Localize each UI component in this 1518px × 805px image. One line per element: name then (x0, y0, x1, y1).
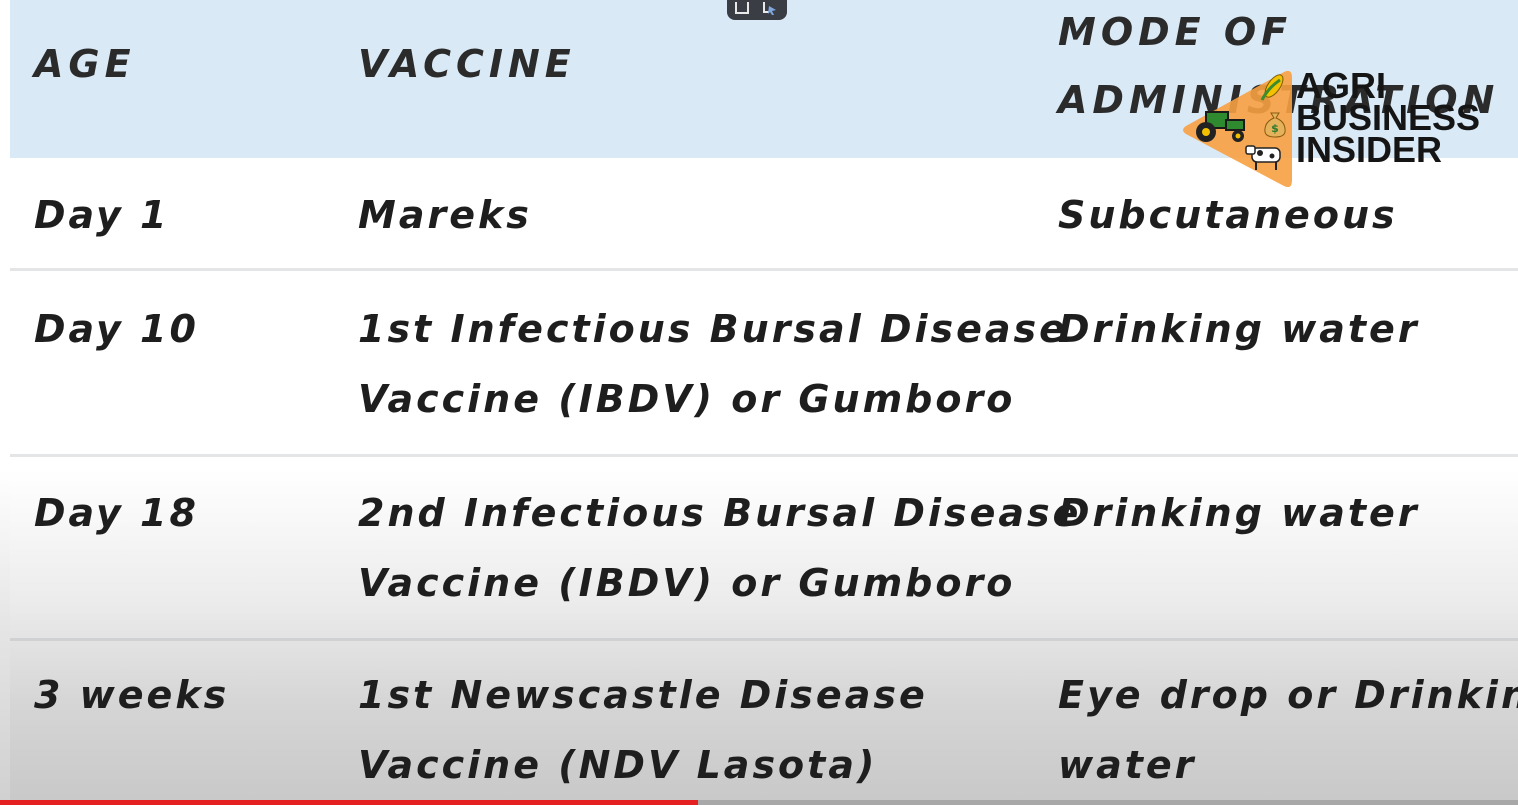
cell-vaccine-line2: Vaccine (IBDV) or Gumboro (358, 561, 1016, 605)
header-mode-line1: MODE OF (1058, 10, 1293, 54)
logo-line3: INSIDER (1296, 129, 1443, 170)
cell-vaccine-line1: 1st Infectious Bursal Disease (358, 307, 1068, 351)
cell-mode-line1: Drinking water (1058, 307, 1420, 351)
tractor-icon (1196, 111, 1245, 142)
player-top-controls (727, 0, 787, 20)
row-divider (10, 268, 1518, 271)
row-divider (10, 454, 1518, 457)
money-bag-icon: $ (1264, 112, 1286, 138)
cast-icon[interactable] (763, 0, 779, 16)
cell-age: Day 10 (34, 307, 199, 351)
row-divider (10, 638, 1518, 641)
cell-age: Day 1 (34, 193, 170, 237)
miniplayer-icon[interactable] (735, 2, 749, 14)
cell-mode-line1: Eye drop or Drinking (1058, 673, 1518, 717)
svg-text:$: $ (1271, 122, 1279, 135)
cell-vaccine-line2: Vaccine (IBDV) or Gumboro (358, 377, 1016, 421)
corn-icon (1260, 74, 1284, 101)
cell-vaccine-line1: 1st Newscastle Disease (358, 673, 928, 717)
agri-business-insider-logo: $ AGRI BUSINESS INSIDER farming reinvent… (1180, 68, 1480, 193)
logo-tagline: farming reinvented (1298, 170, 1431, 187)
frame-left-edge (0, 0, 10, 805)
cell-mode-line2: water (1058, 743, 1197, 787)
cell-mode-line1: Drinking water (1058, 491, 1420, 535)
cell-vaccine-line1: 2nd Infectious Bursal Disease (358, 491, 1082, 535)
cell-age: Day 18 (34, 491, 199, 535)
cell-age: 3 weeks (34, 673, 230, 717)
cell-vaccine-line2: Vaccine (NDV Lasota) (358, 743, 878, 787)
header-vaccine: VACCINE (358, 42, 576, 86)
header-age: AGE (34, 42, 136, 86)
cow-icon (1245, 145, 1281, 170)
video-progress-bar[interactable] (0, 800, 1518, 805)
video-progress-fill (0, 800, 699, 805)
video-frame[interactable]: AGE VACCINE MODE OF ADMINISTRATION Day 1… (0, 0, 1518, 805)
cell-vaccine-line1: Mareks (358, 193, 532, 237)
